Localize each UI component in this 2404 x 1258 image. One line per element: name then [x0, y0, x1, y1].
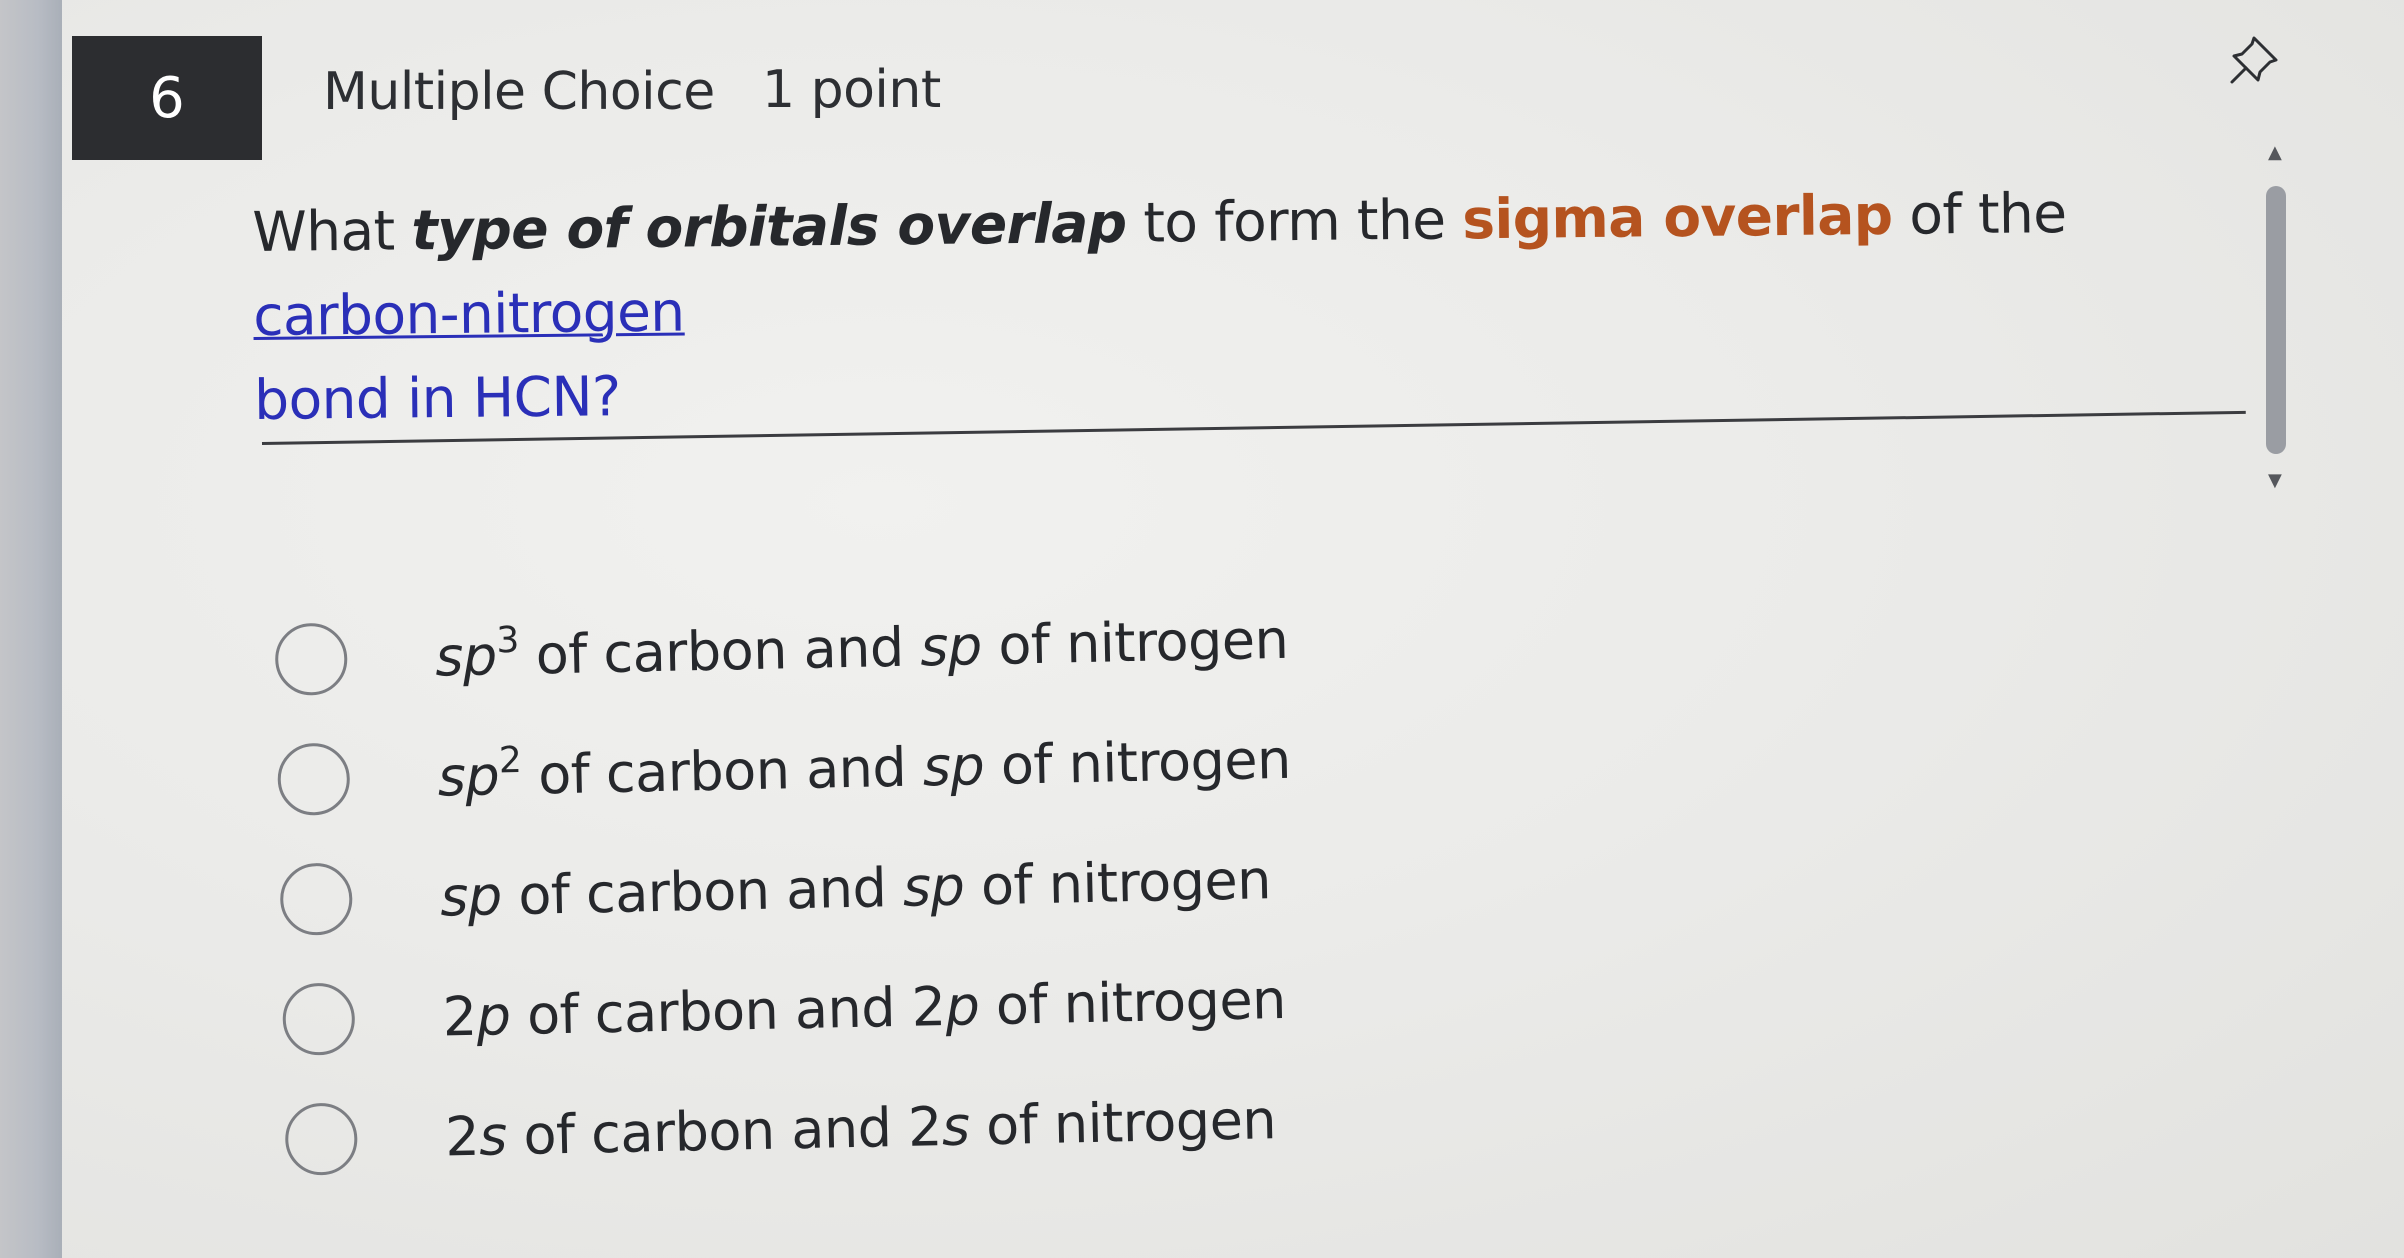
- answer-option[interactable]: 2s of carbon and 2s of nitrogen: [284, 1059, 1299, 1200]
- answer-part: of nitrogen: [981, 607, 1289, 677]
- question-emphasis: type of orbitals overlap: [411, 190, 1127, 263]
- question-number: 6: [149, 65, 185, 131]
- question-part: What: [252, 198, 412, 264]
- answer-label[interactable]: sp3 of carbon and sp of nitrogen: [435, 607, 1289, 688]
- glossary-link-continued[interactable]: bond in HCN?: [254, 364, 621, 432]
- scroll-up-arrow-icon[interactable]: ▲: [2268, 142, 2282, 163]
- answer-option[interactable]: sp2 of carbon and sp of nitrogen: [277, 699, 1292, 840]
- question-number-badge: 6: [72, 36, 262, 160]
- answer-part: sp: [919, 613, 983, 678]
- glossary-link[interactable]: carbon-nitrogen: [253, 279, 685, 348]
- answer-superscript: 3: [495, 619, 520, 661]
- radio-button[interactable]: [282, 982, 356, 1056]
- radio-button[interactable]: [279, 862, 354, 936]
- question-points: 1 point: [762, 60, 941, 120]
- left-frame-strip: [0, 0, 62, 1258]
- answer-label[interactable]: 2p of carbon and 2p of nitrogen: [442, 967, 1286, 1048]
- answer-part: 2: [444, 1104, 480, 1169]
- answer-part: sp: [439, 863, 503, 929]
- answer-label[interactable]: 2s of carbon and 2s of nitrogen: [445, 1088, 1277, 1168]
- answer-part: of nitrogen: [983, 727, 1292, 797]
- answer-part: 2: [442, 984, 478, 1049]
- answer-superscript: 2: [498, 739, 522, 781]
- answer-part: p: [475, 983, 512, 1048]
- answer-option[interactable]: sp3 of carbon and sp of nitrogen: [274, 579, 1289, 720]
- answer-option[interactable]: 2p of carbon and 2p of nitrogen: [282, 939, 1297, 1080]
- question-part: to form the: [1126, 187, 1463, 255]
- answer-part: sp: [902, 854, 965, 919]
- answer-label[interactable]: sp2 of carbon and sp of nitrogen: [437, 727, 1291, 808]
- answer-part: of carbon and 2: [509, 974, 947, 1047]
- answer-part: s: [941, 1094, 971, 1158]
- question-type: Multiple Choice: [323, 62, 715, 122]
- answer-part: of carbon and: [500, 855, 904, 927]
- radio-button[interactable]: [274, 622, 348, 696]
- question-text: What type of orbitals overlap to form th…: [252, 169, 2255, 442]
- answer-label[interactable]: sp of carbon and sp of nitrogen: [440, 848, 1272, 928]
- answer-part: of carbon and: [520, 734, 924, 807]
- scrollbar-thumb[interactable]: [2266, 186, 2286, 454]
- scroll-down-arrow-icon[interactable]: ▼: [2268, 470, 2282, 491]
- answer-option[interactable]: sp of carbon and sp of nitrogen: [279, 819, 1294, 960]
- answer-part: of carbon and 2: [506, 1094, 943, 1167]
- pin-icon[interactable]: [2224, 30, 2284, 90]
- answer-options: sp3 of carbon and sp of nitrogen sp2 of …: [274, 579, 1299, 1200]
- question-part: of the: [1892, 181, 2067, 247]
- question-highlight: sigma overlap: [1461, 182, 1893, 252]
- answer-part: sp: [434, 623, 498, 689]
- answer-part: of carbon and: [518, 614, 921, 687]
- answer-part: of nitrogen: [963, 847, 1272, 918]
- answer-part: of nitrogen: [968, 1087, 1277, 1158]
- answer-part: sp: [437, 743, 500, 809]
- answer-part: s: [478, 1103, 508, 1168]
- answer-part: p: [944, 973, 980, 1038]
- radio-button[interactable]: [284, 1102, 359, 1176]
- radio-button[interactable]: [277, 742, 351, 816]
- answer-part: of nitrogen: [978, 967, 1287, 1037]
- answer-part: sp: [922, 733, 985, 798]
